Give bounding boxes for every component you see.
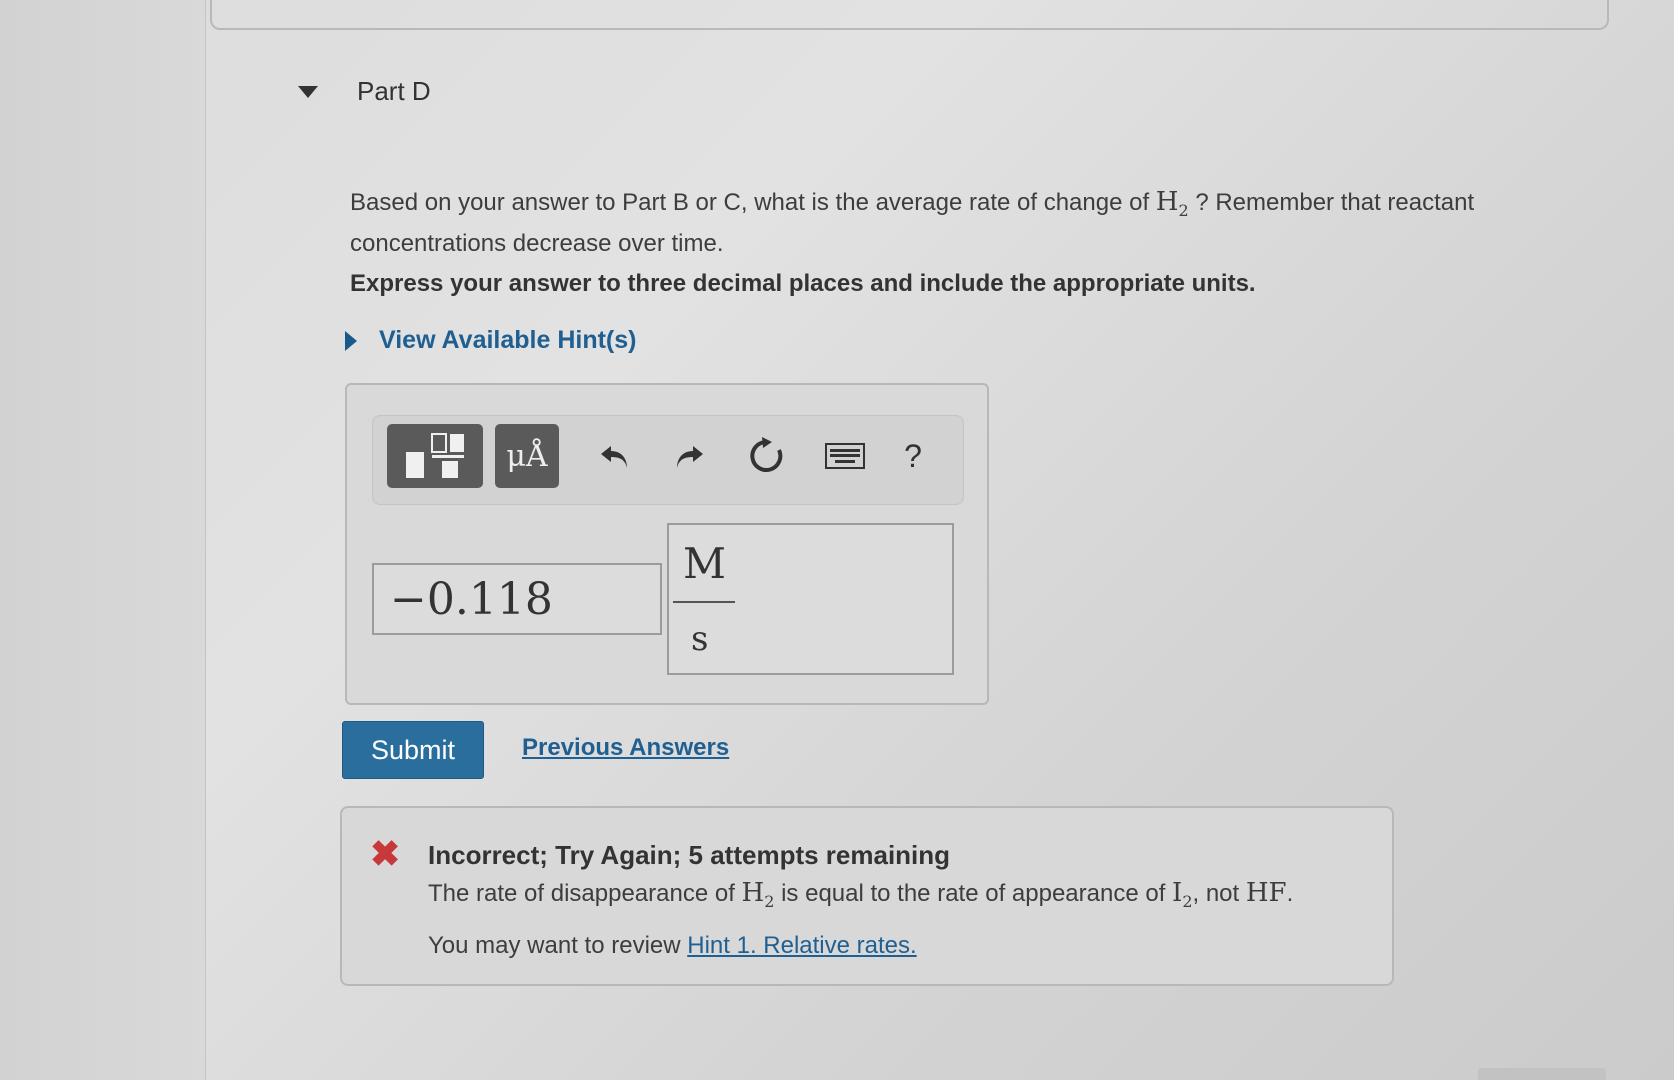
feedback-title: Incorrect; Try Again; 5 attempts remaini… <box>428 840 951 870</box>
h2-formula: H2 <box>741 878 775 912</box>
view-hints-label[interactable]: View Available Hint(s) <box>379 326 636 355</box>
i2-formula: I2 <box>1172 878 1193 912</box>
previous-part-panel <box>210 0 1609 30</box>
left-gutter <box>0 0 206 1080</box>
hf-formula: HF <box>1245 878 1287 908</box>
expand-arrow-icon <box>345 330 357 351</box>
math-toolbar: μÅ ? <box>372 415 964 505</box>
bottom-bar <box>1478 1068 1606 1080</box>
unit-denominator: s <box>691 619 709 659</box>
feedback-detail: The rate of disappearance of H2 is equal… <box>428 878 1294 912</box>
answer-instruction: Express your answer to three decimal pla… <box>350 270 1256 297</box>
feedback-box: ✖ Incorrect; Try Again; 5 attempts remai… <box>340 806 1394 986</box>
units-input[interactable]: M s <box>667 523 954 675</box>
units-button[interactable]: μÅ <box>495 424 559 488</box>
redo-icon[interactable] <box>665 432 713 480</box>
part-title: Part D <box>357 76 431 106</box>
reset-icon[interactable] <box>741 432 791 480</box>
value-input[interactable]: −0.118 <box>372 563 662 635</box>
keyboard-icon[interactable] <box>821 432 869 480</box>
submit-button[interactable]: Submit <box>342 721 484 779</box>
collapse-arrow-icon[interactable] <box>298 86 318 98</box>
feedback-review: You may want to review Hint 1. Relative … <box>428 932 917 959</box>
question-text-before: Based on your answer to Part B or C, wha… <box>350 189 1156 216</box>
species-formula: H2 <box>1155 187 1189 221</box>
answer-entry-box: μÅ ? −0.118 M s <box>345 383 989 705</box>
x-icon: ✖ <box>370 833 401 874</box>
review-hint-link[interactable]: Hint 1. Relative rates. <box>687 932 916 959</box>
help-button[interactable]: ? <box>893 432 933 480</box>
unit-numerator: M <box>683 539 727 588</box>
view-hints-toggle[interactable]: View Available Hint(s) <box>345 326 636 355</box>
previous-answers-link[interactable]: Previous Answers <box>522 734 729 762</box>
undo-icon[interactable] <box>591 432 639 480</box>
fraction-bar <box>673 601 735 603</box>
templates-icon[interactable] <box>387 424 483 488</box>
question-text: Based on your answer to Part B or C, wha… <box>350 186 1550 260</box>
